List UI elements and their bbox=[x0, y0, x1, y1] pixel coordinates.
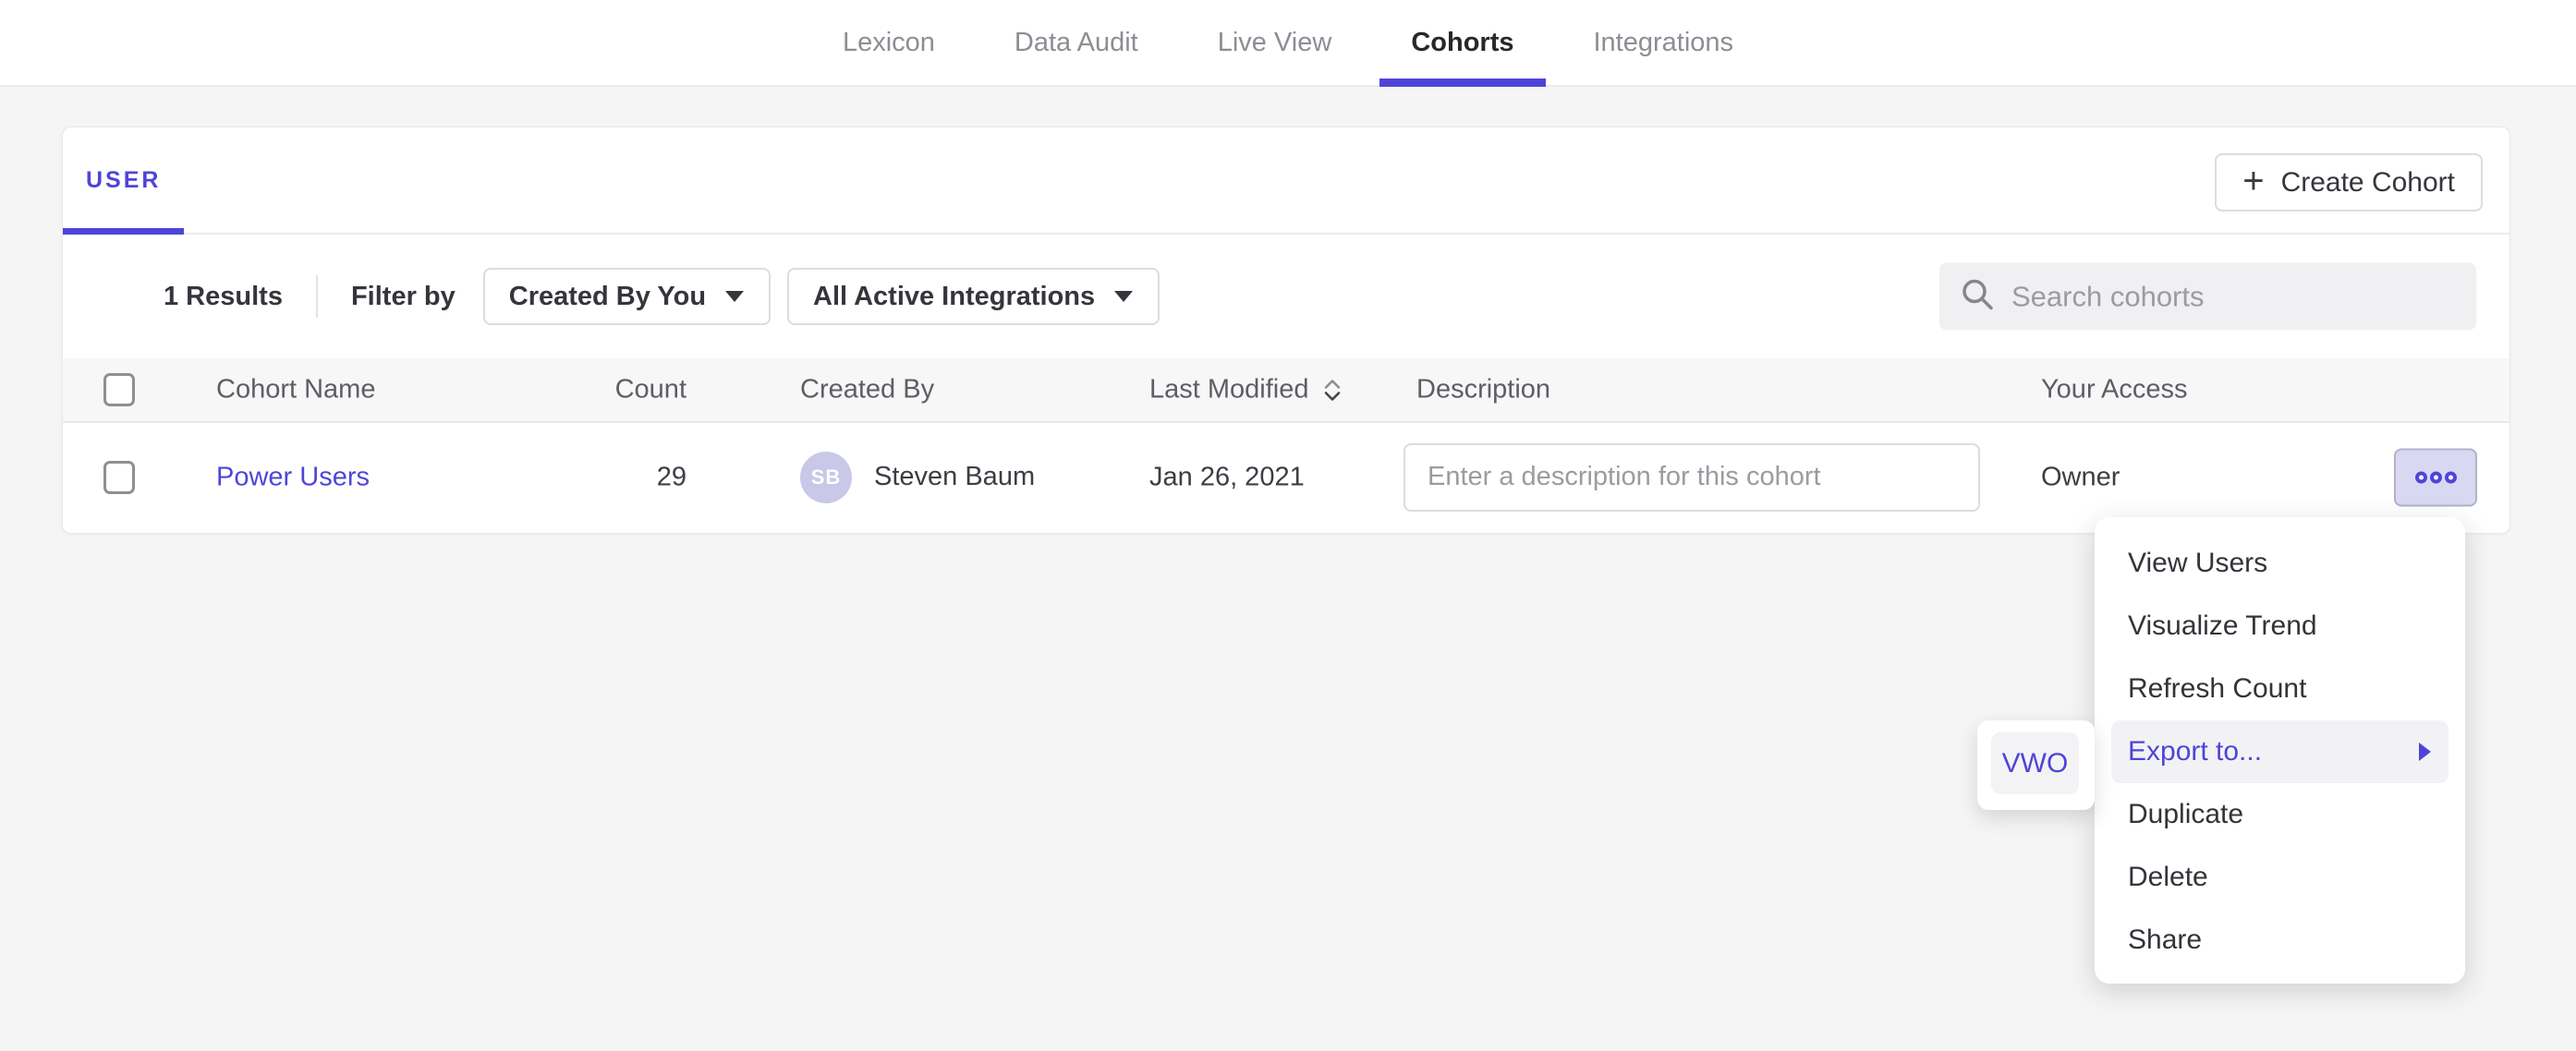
nav-tab-live-view[interactable]: Live View bbox=[1186, 0, 1364, 85]
avatar: SB bbox=[800, 452, 852, 503]
menu-item-view-users[interactable]: View Users bbox=[2111, 532, 2448, 595]
menu-item-delete[interactable]: Delete bbox=[2111, 846, 2448, 909]
column-header-cohort-name: Cohort Name bbox=[216, 375, 375, 405]
sort-icon[interactable] bbox=[1322, 377, 1343, 403]
created-by-dropdown[interactable]: Created By You bbox=[483, 268, 771, 325]
ellipsis-icon bbox=[2445, 471, 2457, 483]
results-count: 1 Results bbox=[164, 282, 283, 312]
column-header-your-access: Your Access bbox=[2041, 375, 2188, 405]
access-value: Owner bbox=[2041, 462, 2120, 492]
search-input[interactable] bbox=[2011, 280, 2456, 313]
export-submenu: VWO bbox=[1977, 720, 2095, 810]
submenu-arrow-icon bbox=[2418, 741, 2432, 763]
search-box bbox=[1939, 263, 2476, 331]
chevron-down-icon bbox=[1113, 290, 1134, 303]
divider bbox=[316, 275, 318, 318]
menu-item-refresh-count[interactable]: Refresh Count bbox=[2111, 658, 2448, 720]
menu-item-export-to[interactable]: Export to... bbox=[2111, 720, 2448, 783]
cohort-name-link[interactable]: Power Users bbox=[216, 462, 370, 492]
create-cohort-button[interactable]: + Create Cohort bbox=[2215, 153, 2483, 211]
ellipsis-icon bbox=[2430, 471, 2442, 483]
submenu-item-vwo[interactable]: VWO bbox=[1991, 732, 2079, 794]
last-modified-label: Last Modified bbox=[1149, 375, 1309, 405]
top-navigation: Lexicon Data Audit Live View Cohorts Int… bbox=[0, 0, 2576, 87]
table-header: Cohort Name Count Created By Last Modifi… bbox=[63, 358, 2509, 423]
nav-tab-cohorts[interactable]: Cohorts bbox=[1379, 0, 1545, 85]
column-header-last-modified[interactable]: Last Modified bbox=[1149, 375, 1343, 405]
nav-tab-lexicon[interactable]: Lexicon bbox=[811, 0, 966, 85]
menu-item-visualize-trend[interactable]: Visualize Trend bbox=[2111, 595, 2448, 658]
export-to-label: Export to... bbox=[2128, 736, 2262, 767]
description-input[interactable] bbox=[1403, 443, 1980, 512]
search-icon bbox=[1960, 277, 1995, 317]
cohorts-card: USER + Create Cohort 1 Results Filter by… bbox=[62, 127, 2510, 534]
last-modified-value: Jan 26, 2021 bbox=[1149, 462, 1305, 492]
column-header-created-by: Created By bbox=[800, 375, 934, 405]
nav-tab-integrations[interactable]: Integrations bbox=[1562, 0, 1766, 85]
row-actions-menu: View Users Visualize Trend Refresh Count… bbox=[2095, 517, 2465, 984]
nav-tab-data-audit[interactable]: Data Audit bbox=[983, 0, 1170, 85]
card-header: USER + Create Cohort bbox=[63, 127, 2509, 235]
ellipsis-icon bbox=[2415, 471, 2427, 483]
row-checkbox[interactable] bbox=[103, 461, 135, 494]
column-header-description: Description bbox=[1416, 375, 1550, 405]
tab-user[interactable]: USER bbox=[63, 127, 184, 233]
created-by-name: Steven Baum bbox=[874, 462, 1035, 492]
select-all-checkbox[interactable] bbox=[103, 373, 135, 406]
menu-item-duplicate[interactable]: Duplicate bbox=[2111, 783, 2448, 846]
filter-bar: 1 Results Filter by Created By You All A… bbox=[63, 235, 2509, 358]
plus-icon: + bbox=[2242, 163, 2264, 199]
cohort-count: 29 bbox=[577, 462, 687, 492]
created-by-dropdown-value: Created By You bbox=[509, 282, 706, 312]
integrations-dropdown[interactable]: All Active Integrations bbox=[787, 268, 1160, 325]
column-header-count: Count bbox=[577, 375, 687, 405]
create-cohort-label: Create Cohort bbox=[2281, 167, 2455, 199]
table-row: Power Users 29 SB Steven Baum Jan 26, 20… bbox=[63, 423, 2509, 531]
integrations-dropdown-value: All Active Integrations bbox=[813, 282, 1095, 312]
chevron-down-icon bbox=[724, 290, 745, 303]
row-actions-button[interactable] bbox=[2394, 448, 2477, 506]
nav-items-group: Lexicon Data Audit Live View Cohorts Int… bbox=[811, 0, 1765, 85]
created-by-cell: SB Steven Baum bbox=[800, 452, 1035, 503]
menu-item-share[interactable]: Share bbox=[2111, 909, 2448, 972]
filter-by-label: Filter by bbox=[351, 282, 456, 312]
